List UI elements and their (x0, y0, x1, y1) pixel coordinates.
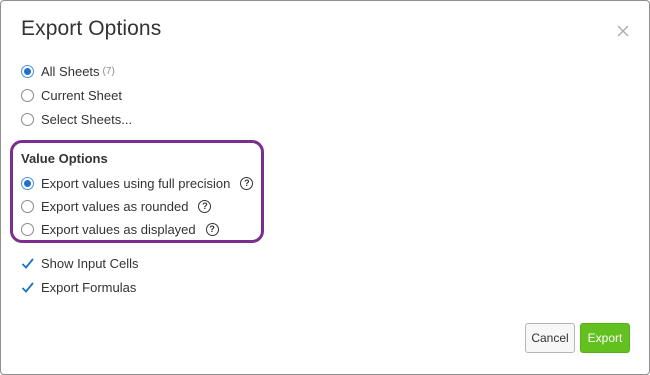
dialog-title: Export Options (21, 17, 162, 40)
checkmark-icon[interactable] (21, 257, 34, 270)
radio-all-sheets[interactable]: All Sheets (7) (21, 62, 115, 80)
radio-label: Select Sheets... (41, 111, 133, 127)
radio-full-precision[interactable]: Export values using full precision ? (21, 174, 254, 192)
radio-button[interactable] (21, 176, 34, 190)
checkmark-icon[interactable] (21, 281, 34, 294)
radio-button[interactable] (21, 222, 34, 236)
checkbox-label: Show Input Cells (41, 255, 139, 271)
help-icon[interactable]: ? (205, 222, 219, 236)
radio-button[interactable] (21, 64, 34, 78)
cancel-button[interactable]: Cancel (525, 323, 575, 353)
checkbox-show-input-cells[interactable]: Show Input Cells (21, 254, 139, 272)
radio-label: Export values as rounded (41, 198, 189, 214)
checkbox-export-formulas[interactable]: Export Formulas (21, 278, 136, 296)
export-options-dialog: Export Options All Sheets (7) Current Sh… (0, 0, 650, 375)
checkbox-label: Export Formulas (41, 279, 137, 295)
radio-label: All Sheets (41, 63, 100, 79)
radio-as-displayed[interactable]: Export values as displayed ? (21, 220, 219, 238)
sheet-count: (7) (102, 65, 115, 77)
help-icon[interactable]: ? (198, 199, 212, 213)
radio-button[interactable] (21, 112, 34, 126)
value-options-title: Value Options (21, 151, 108, 166)
close-icon[interactable] (614, 22, 632, 40)
radio-button[interactable] (21, 88, 34, 102)
radio-as-rounded[interactable]: Export values as rounded ? (21, 197, 212, 215)
radio-current-sheet[interactable]: Current Sheet (21, 86, 122, 104)
radio-button[interactable] (21, 199, 34, 213)
radio-select-sheets[interactable]: Select Sheets... (21, 110, 132, 128)
radio-label: Export values using full precision (41, 175, 231, 191)
help-icon[interactable]: ? (240, 176, 254, 190)
radio-label: Current Sheet (41, 87, 122, 103)
export-button[interactable]: Export (580, 323, 630, 353)
radio-label: Export values as displayed (41, 221, 196, 237)
